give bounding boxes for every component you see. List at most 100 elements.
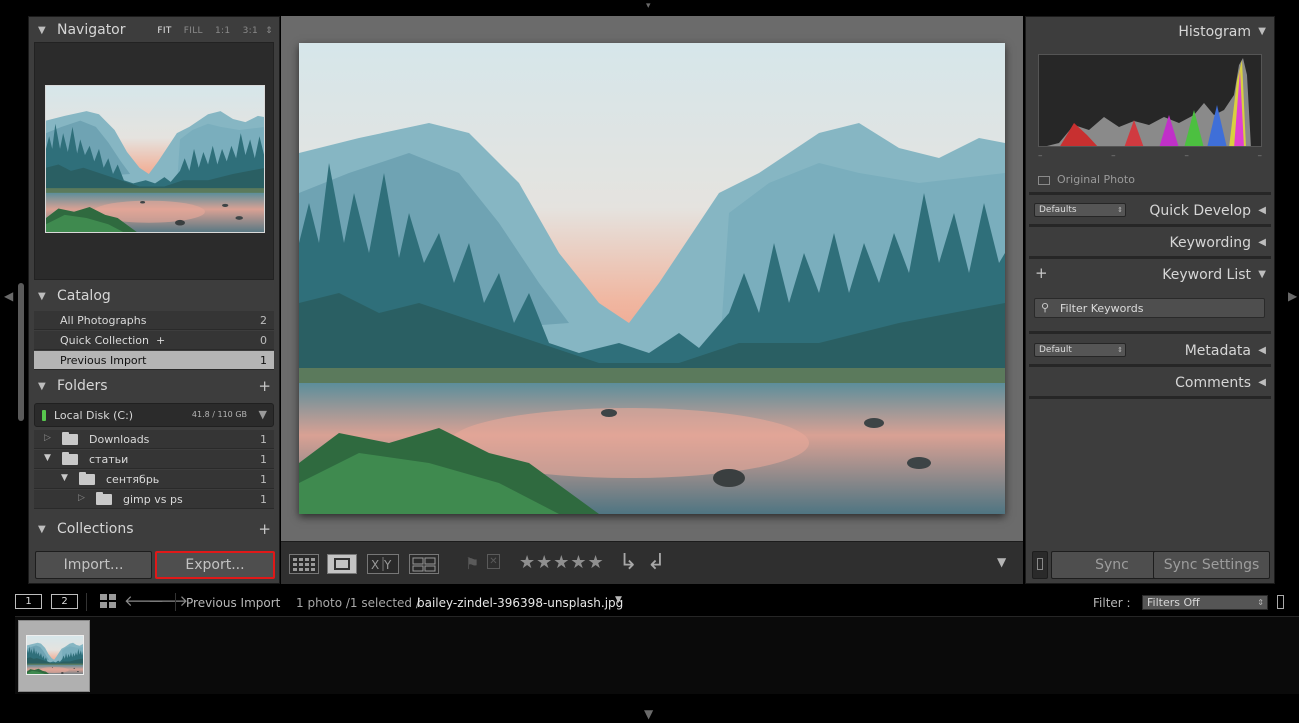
catalog-item-label: Quick Collection + [60,334,166,347]
navigator-title: Navigator [57,22,126,38]
top-panel-toggle-icon[interactable]: ▾ [646,2,651,11]
collapse-arrow-icon[interactable]: ▼ [44,453,51,463]
keyword-list-title: Keyword List [1162,267,1251,283]
catalog-title: Catalog [57,288,111,304]
folder-row-gimp-vs-ps[interactable]: ▷ gimp vs ps 1 [34,490,274,509]
main-window-button[interactable]: 1 [15,594,42,609]
zoom-fit[interactable]: FIT [157,26,171,36]
navigator-thumbnail[interactable] [45,85,265,233]
expand-triangle-icon[interactable]: ◀ [1258,345,1266,356]
collapse-triangle-icon[interactable]: ▼ [38,524,46,535]
quick-develop-preset-select[interactable]: Defaults ⇕ [1034,203,1126,217]
keywording-header[interactable]: Keywording ◀ [1026,230,1274,256]
zoom-stepper-icon[interactable]: ⇕ [265,26,273,36]
photo-count: 1 photo /1 selected / [296,596,420,610]
navigator-header[interactable]: ▼ Navigator FIT FILL 1:1 3:1 ⇕ [29,19,279,43]
sync-settings-button[interactable]: Sync Settings [1153,551,1270,579]
folders-header[interactable]: ▼ Folders + [29,375,279,399]
source-label[interactable]: Previous Import [186,596,280,610]
collapse-triangle-icon[interactable]: ▼ [38,25,46,36]
reject-flag-icon[interactable]: ✕ [487,554,500,569]
zoom-3-1[interactable]: 3:1 [243,26,258,36]
svg-text:X: X [371,558,379,572]
left-panel-scrollbar[interactable] [18,283,24,421]
star-rating[interactable]: ★★★★★ [519,552,605,573]
folder-icon [62,452,78,465]
grid-view-icon[interactable] [289,554,319,574]
export-button[interactable]: Export... [155,551,275,579]
collapse-arrow-icon[interactable]: ▼ [61,473,68,483]
add-folder-icon[interactable]: + [258,377,271,395]
filter-label: Filter : [1093,596,1131,610]
filter-lock-icon[interactable] [1277,595,1284,609]
catalog-item-quick-collection[interactable]: Quick Collection + 0 [34,331,274,350]
collapse-triangle-icon[interactable]: ▼ [38,291,46,302]
import-button[interactable]: Import... [35,551,152,579]
rotate-left-icon[interactable]: ↲ [647,550,665,575]
compare-view-icon[interactable]: XY [367,554,399,574]
filmstrip-thumbnail[interactable] [26,635,84,675]
filmstrip-thumbnail-cell[interactable] [18,620,90,692]
main-photo[interactable] [299,43,1005,514]
preset-value: Defaults [1039,205,1077,215]
loupe-view-icon[interactable] [327,554,357,574]
zoom-1-1[interactable]: 1:1 [215,26,230,36]
folder-row-stati[interactable]: ▼ статьи 1 [34,450,274,469]
filename-dropdown-icon[interactable]: ▼ [615,595,622,605]
catalog-item-count: 0 [260,334,267,347]
secondary-window-button[interactable]: 2 [51,594,78,609]
navigator-preview-area[interactable] [34,42,274,280]
right-panel-toggle-icon[interactable]: ▶ [1288,290,1297,302]
zoom-fill[interactable]: FILL [184,26,203,36]
auto-sync-toggle[interactable] [1032,551,1048,579]
forward-arrow-icon[interactable]: 🡒 [148,591,188,610]
metadata-preset-select[interactable]: Default ⇕ [1034,343,1126,357]
expand-triangle-icon[interactable]: ◀ [1258,205,1266,216]
filter-select[interactable]: Filters Off ⇕ [1142,595,1268,610]
rotate-right-icon[interactable]: ↳ [619,550,637,575]
expand-arrow-icon[interactable]: ▷ [44,433,51,443]
catalog-item-all-photographs[interactable]: All Photographs 2 [34,311,274,330]
histogram-header[interactable]: Histogram ▼ [1026,19,1274,45]
expand-triangle-icon[interactable]: ◀ [1258,377,1266,388]
collapse-triangle-icon[interactable]: ▼ [38,381,46,392]
collapse-triangle-icon[interactable]: ▼ [1258,269,1266,280]
local-disk-row[interactable]: Local Disk (C:) 41.8 / 110 GB ▼ [34,403,274,427]
folder-icon [62,432,78,445]
catalog-item-previous-import[interactable]: Previous Import 1 [34,351,274,370]
folder-row-downloads[interactable]: ▷ Downloads 1 [34,430,274,449]
left-panel-toggle-icon[interactable]: ◀ [4,290,13,302]
catalog-item-label: All Photographs [60,314,147,327]
expand-triangle-icon[interactable]: ◀ [1258,237,1266,248]
comments-title: Comments [1175,375,1251,391]
expand-arrow-icon[interactable]: ▷ [78,493,85,503]
comments-header[interactable]: Comments ◀ [1026,370,1274,396]
folder-count: 1 [260,473,267,486]
divider [1029,192,1271,195]
add-collection-icon[interactable]: + [258,520,271,538]
toolbar-options-dropdown-icon[interactable]: ▼ [997,555,1006,569]
survey-view-icon[interactable] [409,554,439,574]
original-photo-checkbox[interactable] [1038,176,1050,185]
metadata-title: Metadata [1184,343,1251,359]
catalog-header[interactable]: ▼ Catalog [29,285,279,309]
collapse-triangle-icon[interactable]: ▼ [1258,26,1266,37]
preset-value: Default [1039,345,1072,355]
divider [86,593,87,611]
bottom-panel-toggle-icon[interactable]: ▼ [644,708,653,720]
filter-keywords-input[interactable]: ⚲ Filter Keywords [1034,298,1265,318]
disk-dropdown-icon[interactable]: ▼ [259,408,267,421]
selected-filename[interactable]: bailey-zindel-396398-unsplash.jpg [417,596,623,610]
collections-header[interactable]: ▼ Collections + [29,518,279,542]
add-keyword-icon[interactable]: + [1035,264,1048,282]
histogram-graph[interactable] [1038,54,1262,147]
folder-row-sentyabr[interactable]: ▼ сентябрь 1 [34,470,274,489]
filmstrip [15,616,1299,694]
keyword-list-header[interactable]: + Keyword List ▼ [1026,262,1274,288]
disk-space: 41.8 / 110 GB [191,410,247,419]
flag-icon[interactable]: ⚑ [465,554,479,573]
histogram-curve [1047,58,1251,146]
right-panel: Histogram ▼ – – – – Original Photo Quick De… [1025,16,1275,584]
grid-view-icon[interactable] [100,593,116,609]
histogram-title: Histogram [1178,24,1251,40]
